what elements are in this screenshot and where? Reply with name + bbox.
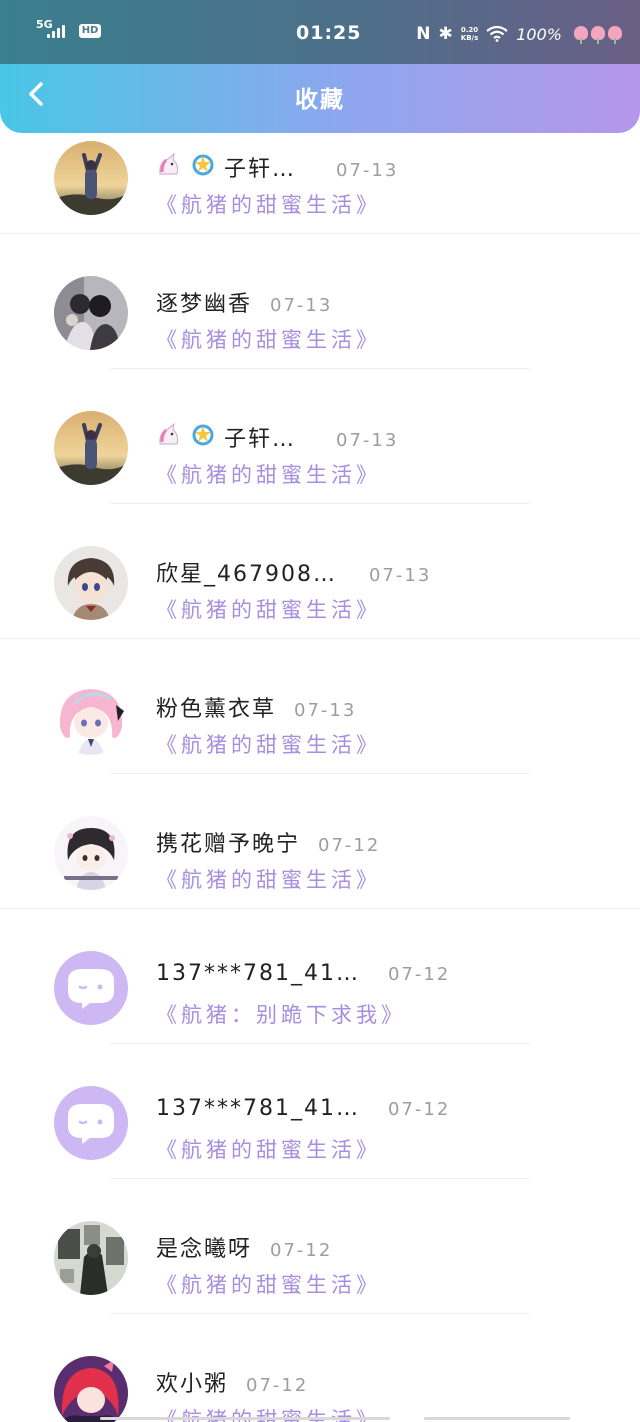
unicorn-icon (156, 152, 182, 176)
nickname: 逐梦幽香 (156, 292, 253, 317)
nickname: 是念曦呀 (156, 1237, 253, 1262)
book-title-link[interactable]: 《航猪的甜蜜生活》 (156, 729, 381, 759)
sunset-photo-icon (54, 141, 128, 215)
network-speed: 0.20 KB/s (461, 26, 478, 42)
book-title-link[interactable]: 《航猪：别跪下求我》 (156, 999, 406, 1029)
couple-photo-icon (54, 276, 128, 350)
list-item[interactable]: 是念曦呀 07-12 《航猪的甜蜜生活》 (0, 1179, 640, 1314)
speed-value: 0.20 (460, 26, 479, 34)
hd-badge: HD (78, 24, 102, 38)
clock: 01:25 (296, 22, 362, 44)
favorite-date: 07-12 (387, 1099, 451, 1120)
app-header: 收藏 (0, 64, 640, 126)
unicorn-icon (156, 422, 182, 446)
wifi-icon (486, 26, 508, 42)
book-title-link[interactable]: 《航猪的甜蜜生活》 (156, 1269, 381, 1299)
favorite-date: 07-13 (270, 295, 333, 316)
book-title-link[interactable]: 《航猪的甜蜜生活》 (156, 324, 381, 354)
book-title-link[interactable]: 《航猪的甜蜜生活》 (156, 1134, 381, 1164)
anime-chibi-icon (54, 816, 128, 890)
book-title-link[interactable]: 《航猪的甜蜜生活》 (156, 864, 381, 894)
favorite-date: 07-12 (246, 1375, 309, 1396)
bluetooth-icon: ✱ (438, 24, 453, 44)
avatar[interactable] (54, 1356, 128, 1422)
avatar[interactable] (54, 951, 128, 1025)
avatar[interactable] (54, 411, 128, 485)
bottom-indicator (100, 1417, 390, 1420)
nfc-icon: N (416, 24, 431, 44)
list-item[interactable]: 欣星_467908… 07-13 《航猪的甜蜜生活》 (0, 504, 640, 639)
tulip-decoration-icon (574, 26, 622, 44)
favorite-date: 07-13 (368, 565, 432, 586)
list-item[interactable]: 携花赠予晚宁 07-12 《航猪的甜蜜生活》 (0, 774, 640, 909)
list-item[interactable]: 137***781_41… 07-12 《航猪的甜蜜生活》 (0, 1044, 640, 1179)
favorite-date: 07-13 (294, 700, 357, 721)
favorite-date: 07-13 (336, 430, 399, 451)
avatar[interactable] (54, 1086, 128, 1160)
network-type: 5G (36, 18, 53, 31)
nickname: 137***781_41… (156, 1096, 360, 1121)
bottom-indicator (424, 1417, 570, 1420)
avatar[interactable] (54, 681, 128, 755)
battery-level: 100% (516, 24, 562, 44)
nickname: 粉色薰衣草 (156, 697, 277, 722)
avatar[interactable] (54, 1221, 128, 1295)
default-chat-avatar-icon (54, 951, 128, 1025)
status-bar: 5G HD 01:25 N ✱ 0.20 KB/s 100% (0, 0, 640, 64)
anime-boy-icon (54, 546, 128, 620)
favorite-date: 07-12 (387, 964, 451, 985)
nickname: 欢小粥 (156, 1372, 229, 1397)
favorite-date: 07-12 (270, 1240, 333, 1261)
list-item[interactable]: 欢小粥 07-12 《航猪的甜蜜生活》 (0, 1314, 640, 1422)
anime-red-hair-icon (54, 1356, 128, 1422)
avatar[interactable] (54, 816, 128, 890)
dizzy-icon (190, 152, 216, 176)
list-item[interactable]: 粉色薰衣草 07-13 《航猪的甜蜜生活》 (0, 639, 640, 774)
nickname: 欣星_467908… (156, 562, 337, 587)
avatar[interactable] (54, 141, 128, 215)
book-title-link[interactable]: 《航猪的甜蜜生活》 (156, 459, 381, 489)
speed-unit: KB/s (460, 34, 479, 42)
list-item[interactable]: 子轩… 07-13 《航猪的甜蜜生活》 (0, 369, 640, 504)
avatar[interactable] (54, 546, 128, 620)
dark-photo-icon (54, 1221, 128, 1295)
favorite-date: 07-12 (318, 835, 381, 856)
avatar[interactable] (54, 276, 128, 350)
anime-pink-hair-icon (54, 681, 128, 755)
book-title-link[interactable]: 《航猪的甜蜜生活》 (156, 189, 381, 219)
list-item[interactable]: 逐梦幽香 07-13 《航猪的甜蜜生活》 (0, 234, 640, 369)
favorite-date: 07-13 (336, 160, 399, 181)
book-title-link[interactable]: 《航猪的甜蜜生活》 (156, 594, 381, 624)
nickname: 子轩… (224, 157, 297, 182)
list-item[interactable]: 137***781_41… 07-12 《航猪：别跪下求我》 (0, 909, 640, 1044)
nickname: 137***781_41… (156, 961, 360, 986)
dizzy-icon (190, 422, 216, 446)
page-title: 收藏 (295, 87, 345, 113)
nickname: 携花赠予晚宁 (156, 832, 301, 857)
default-chat-avatar-icon (54, 1086, 128, 1160)
favorites-list[interactable]: 子轩… 07-13 《航猪的甜蜜生活》 逐梦幽香 07-13 《航猪的甜蜜生活》 (0, 0, 640, 1422)
nickname: 子轩… (224, 427, 297, 452)
sunset-photo-icon (54, 411, 128, 485)
